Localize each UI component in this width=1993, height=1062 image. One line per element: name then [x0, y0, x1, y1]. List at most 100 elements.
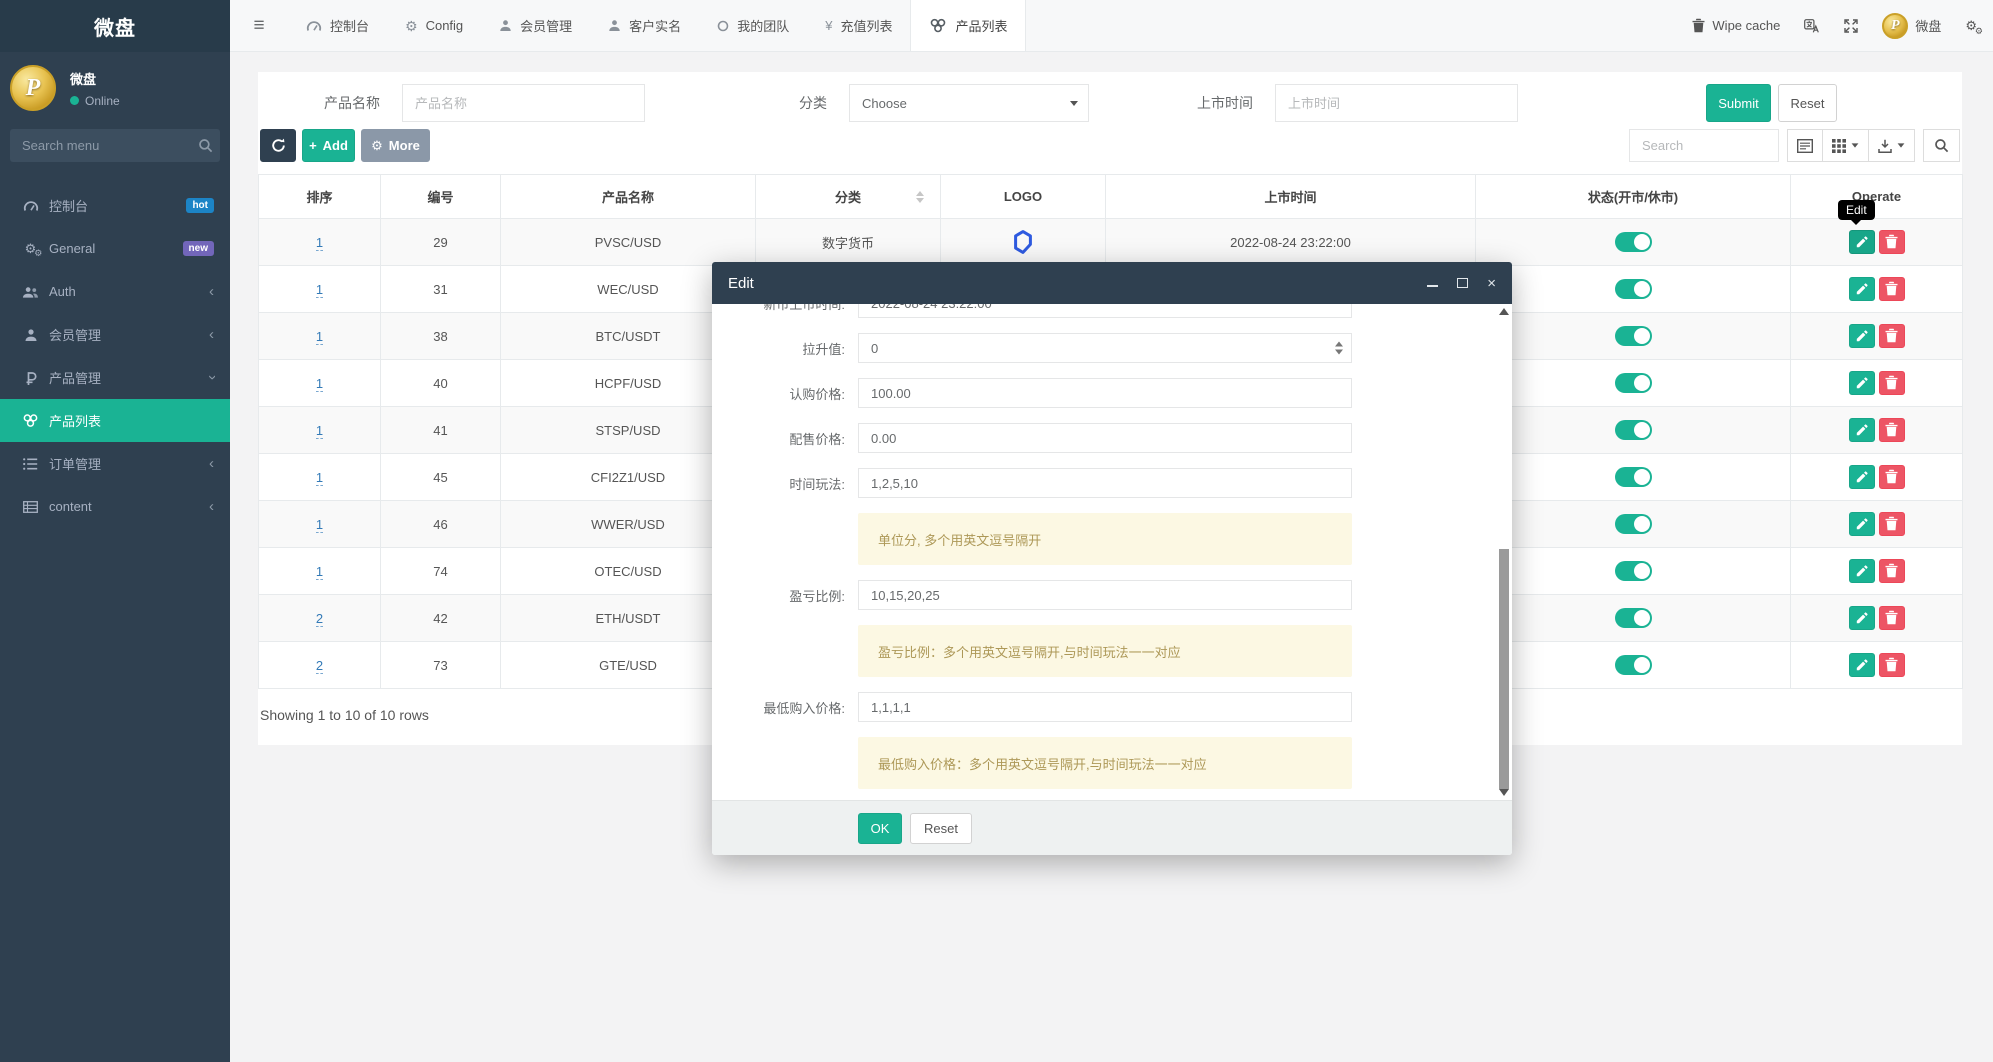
tab-3[interactable]: 客户实名 [590, 0, 699, 51]
field-input-0[interactable] [858, 304, 1352, 318]
status-toggle[interactable] [1614, 467, 1652, 487]
settings-gears-icon[interactable]: ⚙ ⚙ [1965, 18, 1983, 36]
edit-button[interactable] [1848, 230, 1875, 255]
close-icon[interactable]: × [1487, 276, 1496, 291]
sort-link[interactable]: 1 [315, 422, 324, 439]
columns-button[interactable] [1823, 129, 1869, 162]
ok-button[interactable]: OK [858, 812, 902, 844]
delete-button[interactable] [1878, 652, 1905, 677]
status-toggle[interactable] [1614, 608, 1652, 628]
list-time-input[interactable] [1275, 84, 1518, 122]
field-row-2: 认购价格: [712, 378, 1512, 408]
status-toggle[interactable] [1614, 420, 1652, 440]
scroll-up-arrow[interactable] [1499, 308, 1509, 315]
scroll-down-arrow[interactable] [1499, 789, 1509, 796]
field-input-3[interactable] [858, 423, 1352, 453]
minimize-icon[interactable] [1427, 276, 1439, 290]
tab-1[interactable]: ⚙ Config [387, 0, 481, 51]
status-toggle[interactable] [1614, 373, 1652, 393]
reset-button[interactable]: Reset [1778, 84, 1837, 122]
category-label: 分类 [799, 95, 827, 111]
edit-button[interactable] [1848, 418, 1875, 443]
sidebar-item-4[interactable]: 产品管理 ‹ [0, 356, 230, 399]
sort-link[interactable]: 1 [315, 563, 324, 580]
delete-button[interactable] [1878, 276, 1905, 301]
edit-button[interactable] [1848, 653, 1875, 678]
status-toggle[interactable] [1614, 514, 1652, 534]
table-search-input[interactable] [1629, 129, 1779, 162]
delete-button[interactable] [1878, 417, 1905, 442]
sidebar-item-5[interactable]: 产品列表 [0, 399, 230, 442]
tab-2[interactable]: 会员管理 [481, 0, 590, 51]
field-row-8: 最低购入价格: [712, 692, 1512, 722]
sort-link[interactable]: 2 [315, 657, 324, 674]
delete-button[interactable] [1878, 464, 1905, 489]
sort-icons[interactable] [916, 190, 924, 203]
status-toggle[interactable] [1614, 655, 1652, 675]
status-toggle[interactable] [1614, 279, 1652, 299]
cell-operate [1790, 594, 1963, 642]
edit-button[interactable] [1848, 512, 1875, 537]
submit-button[interactable]: Submit [1706, 84, 1771, 122]
product-name-input[interactable] [402, 84, 645, 122]
refresh-button[interactable] [260, 129, 296, 162]
hamburger-menu-icon[interactable]: ≡ [230, 0, 288, 51]
detail-view-button[interactable] [1787, 129, 1823, 162]
sidebar-search-input[interactable] [22, 138, 198, 153]
sidebar-search[interactable] [10, 129, 220, 162]
tab-5[interactable]: ¥ 充值列表 [807, 0, 910, 51]
category-select[interactable]: Choose [849, 84, 1089, 122]
field-input-2[interactable] [858, 378, 1352, 408]
help-note: 盈亏比例：多个用英文逗号隔开,与时间玩法一一对应 [858, 625, 1352, 677]
language-icon[interactable] [1804, 18, 1820, 33]
tab-6[interactable]: 产品列表 [910, 0, 1027, 51]
sort-link[interactable]: 1 [315, 516, 324, 533]
field-input-8[interactable] [858, 692, 1352, 722]
modal-reset-button[interactable]: Reset [910, 812, 972, 844]
tab-0[interactable]: 控制台 [288, 0, 387, 51]
sidebar-item-1[interactable]: ⚙ ⚙ General new [0, 227, 230, 270]
sort-link[interactable]: 1 [315, 281, 324, 298]
delete-button[interactable] [1878, 370, 1905, 395]
delete-button[interactable] [1878, 229, 1905, 254]
more-button[interactable]: ⚙ More [361, 129, 430, 162]
export-button[interactable] [1869, 129, 1915, 162]
edit-button[interactable] [1848, 371, 1875, 396]
edit-button[interactable] [1848, 465, 1875, 490]
sidebar-item-7[interactable]: content ‹ [0, 485, 230, 528]
sidebar-item-2[interactable]: Auth ‹ [0, 270, 230, 313]
status-toggle[interactable] [1614, 326, 1652, 346]
status-toggle[interactable] [1614, 561, 1652, 581]
field-input-4[interactable] [858, 468, 1352, 498]
column-header-3[interactable]: 分类 [755, 174, 941, 219]
tab-4[interactable]: 我的团队 [699, 0, 807, 51]
field-input-6[interactable] [858, 580, 1352, 610]
edit-button[interactable] [1848, 324, 1875, 349]
sidebar-item-0[interactable]: 控制台 hot [0, 184, 230, 227]
edit-button[interactable] [1848, 606, 1875, 631]
search-button[interactable] [1923, 129, 1960, 162]
delete-button[interactable] [1878, 558, 1905, 583]
edit-button[interactable] [1848, 559, 1875, 584]
sidebar-item-3[interactable]: 会员管理 ‹ [0, 313, 230, 356]
fullscreen-icon[interactable] [1844, 18, 1859, 33]
sort-link[interactable]: 1 [315, 469, 324, 486]
number-spinner-icon[interactable] [1335, 341, 1343, 355]
sort-link[interactable]: 1 [315, 375, 324, 392]
sort-link[interactable]: 2 [315, 610, 324, 627]
scrollbar-thumb[interactable] [1499, 549, 1509, 789]
sort-link[interactable]: 1 [315, 234, 324, 251]
delete-button[interactable] [1878, 323, 1905, 348]
delete-button[interactable] [1878, 511, 1905, 536]
status-toggle[interactable] [1614, 232, 1652, 252]
add-button[interactable]: + Add [302, 129, 355, 162]
sort-link[interactable]: 1 [315, 328, 324, 345]
wipe-cache-button[interactable]: Wipe cache [1692, 18, 1780, 33]
restore-icon[interactable] [1457, 276, 1469, 290]
sidebar-item-6[interactable]: 订单管理 ‹ [0, 442, 230, 485]
modal-footer: OK Reset [712, 800, 1512, 855]
user-menu[interactable]: P 微盘 [1882, 12, 1941, 39]
field-input-1[interactable] [858, 333, 1352, 363]
delete-button[interactable] [1878, 605, 1905, 630]
edit-button[interactable] [1848, 277, 1875, 302]
